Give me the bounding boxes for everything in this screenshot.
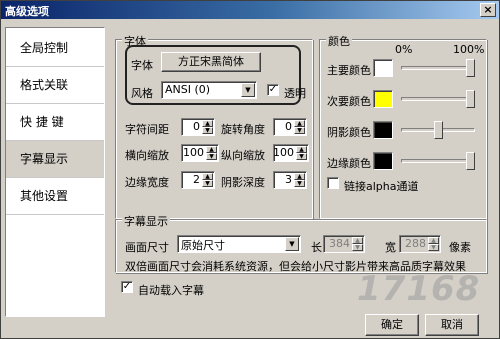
spinner-arrows-icon[interactable]: ▲ ▼ — [296, 146, 307, 160]
advanced-options-window: 高级选项 × 全局控制 格式关联 快 捷 键 字幕显示 其他设置 字体 字体 方… — [0, 0, 500, 339]
font-select-button[interactable]: 方正宋黑简体 — [161, 52, 261, 72]
auto-load-checkbox[interactable]: ✓ — [121, 281, 133, 293]
h-scale-value: 100 — [183, 146, 204, 159]
primary-color-label: 主要颜色 — [327, 64, 371, 77]
spinner-arrows-icon[interactable]: ▲ ▼ — [202, 173, 213, 187]
spinner-arrows-icon[interactable]: ▲ ▼ — [206, 146, 217, 160]
sidebar-item-global-control[interactable]: 全局控制 — [6, 30, 104, 67]
window-title: 高级选项 — [5, 5, 49, 18]
ok-button[interactable]: 确定 — [365, 314, 419, 336]
char-spacing-spinner[interactable]: 0 ▲ ▼ — [181, 118, 215, 136]
h-scale-label: 横向缩放 — [125, 149, 169, 162]
spinner-arrows-icon[interactable]: ▲ ▼ — [202, 120, 213, 134]
style-dropdown[interactable]: ANSI (0) ▼ — [161, 81, 257, 99]
secondary-color-swatch[interactable] — [373, 90, 393, 108]
width-label: 宽 — [385, 241, 396, 254]
pixel-unit-label: 像素 — [449, 241, 471, 254]
chevron-down-icon[interactable]: ▼ — [241, 83, 255, 97]
alpha-link-checkbox[interactable] — [327, 177, 339, 189]
length-label: 长 — [311, 241, 322, 254]
sidebar-item-hotkeys[interactable]: 快 捷 键 — [6, 104, 104, 141]
secondary-opacity-track[interactable] — [401, 97, 475, 101]
length-value: 384 — [329, 237, 350, 250]
auto-load-label: 自动载入字幕 — [138, 284, 204, 297]
style-label: 风格 — [131, 87, 153, 100]
site-watermark-logo: 17168 — [357, 269, 481, 309]
shadow-color-label: 阴影颜色 — [327, 126, 371, 139]
color-scale-min: 0% — [395, 43, 413, 56]
color-scale-max: 100% — [453, 43, 485, 56]
sidebar-item-other-settings[interactable]: 其他设置 — [6, 178, 104, 215]
cancel-button[interactable]: 取消 — [425, 314, 479, 336]
rotation-label: 旋转角度 — [221, 123, 265, 136]
char-spacing-label: 字符间距 — [125, 123, 169, 136]
border-width-spinner[interactable]: 2 ▲ ▼ — [181, 171, 215, 189]
char-spacing-value: 0 — [193, 120, 200, 133]
shadow-depth-spinner[interactable]: 3 ▲ ▼ — [273, 171, 307, 189]
border-width-value: 2 — [193, 173, 200, 186]
secondary-color-label: 次要颜色 — [327, 95, 371, 108]
title-bar[interactable]: 高级选项 × — [1, 1, 499, 19]
v-scale-value: 100 — [273, 146, 294, 159]
subtitle-group-title: 字幕显示 — [122, 213, 170, 229]
primary-color-swatch[interactable] — [373, 59, 393, 77]
rotation-value: 0 — [285, 120, 292, 133]
frame-size-label: 画面尺寸 — [125, 241, 169, 254]
spinner-arrows-icon[interactable]: ▲ ▼ — [294, 173, 305, 187]
chevron-down-icon[interactable]: ▼ — [285, 237, 299, 251]
border-opacity-thumb[interactable] — [466, 152, 475, 170]
border-width-label: 边缘宽度 — [125, 176, 169, 189]
border-color-label: 边缘颜色 — [327, 157, 371, 170]
width-spinner[interactable]: 288 ▲ ▼ — [399, 235, 441, 253]
transparent-checkbox[interactable]: ✓ — [267, 84, 279, 96]
color-group-title: 颜色 — [326, 33, 352, 49]
secondary-opacity-thumb[interactable] — [466, 90, 475, 108]
spinner-arrows-icon[interactable]: ▲ ▼ — [352, 237, 363, 251]
frame-size-value: 原始尺寸 — [181, 239, 225, 252]
sidebar-item-subtitle-display[interactable]: 字幕显示 — [6, 141, 104, 178]
close-button[interactable]: × — [480, 3, 496, 17]
close-icon: × — [483, 3, 493, 16]
width-value: 288 — [405, 237, 426, 250]
shadow-depth-label: 阴影深度 — [221, 176, 265, 189]
alpha-link-label: 链接alpha通道 — [344, 180, 419, 193]
h-scale-spinner[interactable]: 100 ▲ ▼ — [181, 144, 219, 162]
length-spinner[interactable]: 384 ▲ ▼ — [323, 235, 365, 253]
transparent-label: 透明 — [284, 87, 306, 100]
checkmark-icon: ✓ — [122, 281, 132, 292]
shadow-opacity-thumb[interactable] — [433, 121, 443, 139]
options-sidebar: 全局控制 格式关联 快 捷 键 字幕显示 其他设置 — [5, 27, 105, 317]
v-scale-spinner[interactable]: 100 ▲ ▼ — [273, 144, 309, 162]
v-scale-label: 纵向缩放 — [221, 149, 265, 162]
border-opacity-track[interactable] — [401, 159, 475, 163]
checkmark-icon: ✓ — [268, 84, 278, 95]
primary-opacity-track[interactable] — [401, 66, 475, 70]
frame-size-dropdown[interactable]: 原始尺寸 ▼ — [177, 235, 301, 253]
sidebar-item-format-association[interactable]: 格式关联 — [6, 67, 104, 104]
shadow-color-swatch[interactable] — [373, 121, 393, 139]
font-label: 字体 — [131, 59, 153, 72]
spinner-arrows-icon[interactable]: ▲ ▼ — [294, 120, 305, 134]
shadow-depth-value: 3 — [285, 173, 292, 186]
spinner-arrows-icon[interactable]: ▲ ▼ — [428, 237, 439, 251]
style-value: ANSI (0) — [165, 83, 211, 96]
rotation-spinner[interactable]: 0 ▲ ▼ — [273, 118, 307, 136]
border-color-swatch[interactable] — [373, 152, 393, 170]
primary-opacity-thumb[interactable] — [466, 59, 475, 77]
